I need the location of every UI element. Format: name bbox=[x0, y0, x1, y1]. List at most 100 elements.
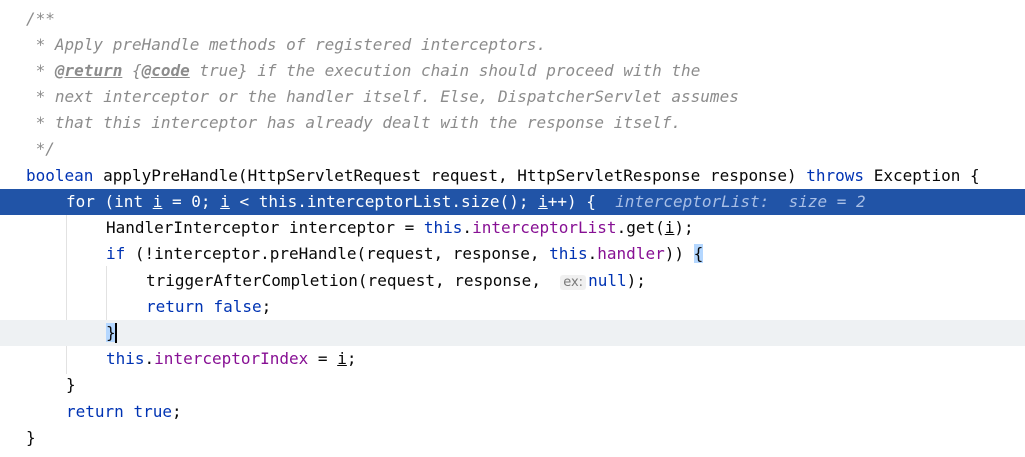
code-line[interactable]: } bbox=[0, 372, 1025, 398]
code-token: if bbox=[106, 244, 126, 263]
code-token: return bbox=[146, 297, 204, 316]
code-token: i bbox=[152, 192, 163, 211]
parameter-hint: ex: bbox=[560, 275, 587, 290]
code-line[interactable]: return true; bbox=[0, 399, 1025, 425]
code-token: this bbox=[106, 349, 145, 368]
code-token: * Apply preHandle methods of registered … bbox=[26, 35, 547, 54]
inline-debug-value: interceptorList: size = 2 bbox=[615, 192, 866, 211]
code-token: ; bbox=[200, 192, 221, 211]
code-token: HandlerInterceptor interceptor = bbox=[106, 218, 424, 237]
code-token: i bbox=[538, 192, 548, 211]
code-token: . bbox=[587, 244, 598, 263]
code-token: handler bbox=[597, 244, 665, 263]
text-caret bbox=[115, 323, 117, 343]
code-token: */ bbox=[26, 139, 55, 158]
code-token: ; bbox=[171, 402, 182, 421]
code-token: throws bbox=[806, 166, 865, 185]
code-token: ); bbox=[674, 218, 694, 237]
code-token: ); bbox=[626, 271, 646, 290]
line-content: * next interceptor or the handler itself… bbox=[26, 84, 739, 110]
code-token: applyPreHandle(HttpServletRequest reques… bbox=[93, 166, 807, 185]
line-content: * Apply preHandle methods of registered … bbox=[26, 32, 547, 58]
code-line[interactable]: * Apply preHandle methods of registered … bbox=[0, 32, 1025, 58]
code-token: int bbox=[114, 192, 144, 211]
code-token: * that this interceptor has already deal… bbox=[26, 113, 682, 132]
code-token: . bbox=[462, 218, 473, 237]
code-token: interceptorList bbox=[306, 192, 452, 211]
code-token: true} if the execution chain should proc… bbox=[189, 61, 701, 80]
code-token: false bbox=[213, 297, 262, 316]
code-line[interactable]: } bbox=[0, 425, 1025, 451]
code-token: Exception { bbox=[864, 166, 980, 185]
code-token: i bbox=[220, 192, 230, 211]
code-line[interactable]: * next interceptor or the handler itself… bbox=[0, 84, 1025, 110]
code-token: < bbox=[229, 192, 259, 211]
code-line[interactable]: */ bbox=[0, 136, 1025, 162]
line-content: * @return {@code true} if the execution … bbox=[26, 58, 701, 84]
code-token: this bbox=[258, 192, 298, 211]
code-line[interactable]: this.interceptorIndex = i; bbox=[0, 346, 1025, 372]
line-content: triggerAfterCompletion(request, response… bbox=[146, 268, 646, 296]
code-token: for bbox=[66, 192, 95, 211]
code-token: ; bbox=[261, 297, 272, 316]
line-content: } bbox=[26, 425, 36, 451]
code-token: )) bbox=[664, 244, 694, 263]
code-token: @return bbox=[54, 61, 123, 80]
code-token: /** bbox=[26, 9, 55, 28]
code-token: (!interceptor.preHandle(request, respons… bbox=[125, 244, 550, 263]
code-token: { bbox=[122, 61, 142, 80]
code-token: i bbox=[664, 218, 675, 237]
code-line[interactable]: /** bbox=[0, 6, 1025, 32]
code-line[interactable]: return false; bbox=[0, 294, 1025, 320]
code-token: ++) { bbox=[547, 192, 616, 211]
line-content: for (int i = 0; i < this.interceptorList… bbox=[66, 189, 866, 215]
code-token: return bbox=[66, 402, 124, 421]
code-token: . bbox=[297, 192, 307, 211]
code-line[interactable]: triggerAfterCompletion(request, response… bbox=[0, 268, 1025, 294]
code-token: . bbox=[144, 349, 155, 368]
line-content: if (!interceptor.preHandle(request, resp… bbox=[106, 241, 704, 267]
code-token: this bbox=[549, 244, 588, 263]
code-token: @code bbox=[141, 61, 190, 80]
code-token: interceptorIndex bbox=[154, 349, 309, 368]
code-editor[interactable]: /** * Apply preHandle methods of registe… bbox=[0, 0, 1025, 457]
code-line[interactable]: if (!interceptor.preHandle(request, resp… bbox=[0, 241, 1025, 267]
code-token: } bbox=[66, 375, 76, 394]
execution-point-line[interactable]: for (int i = 0; i < this.interceptorList… bbox=[0, 189, 1025, 215]
code-token: true bbox=[133, 402, 172, 421]
line-content: } bbox=[66, 372, 76, 398]
code-line[interactable]: * @return {@code true} if the execution … bbox=[0, 58, 1025, 84]
code-token: * bbox=[26, 61, 55, 80]
code-token: .size(); bbox=[451, 192, 539, 211]
code-token: 0 bbox=[191, 192, 201, 211]
code-line[interactable]: * that this interceptor has already deal… bbox=[0, 110, 1025, 136]
code-token: = bbox=[162, 192, 192, 211]
code-token: interceptorList bbox=[472, 218, 617, 237]
line-content: * that this interceptor has already deal… bbox=[26, 110, 681, 136]
line-content: this.interceptorIndex = i; bbox=[106, 346, 356, 372]
code-token: .get( bbox=[616, 218, 665, 237]
code-token: ( bbox=[94, 192, 115, 211]
line-content: return false; bbox=[146, 294, 271, 320]
code-token: boolean bbox=[26, 166, 94, 185]
matched-brace: { bbox=[693, 244, 704, 263]
code-token: ; bbox=[346, 349, 357, 368]
line-content: */ bbox=[26, 136, 55, 162]
code-line[interactable]: HandlerInterceptor interceptor = this.in… bbox=[0, 215, 1025, 241]
caret-line[interactable]: } bbox=[0, 320, 1025, 346]
line-content: boolean applyPreHandle(HttpServletReques… bbox=[26, 163, 980, 189]
code-token: * next interceptor or the handler itself… bbox=[26, 87, 739, 106]
code-token: triggerAfterCompletion(request, response… bbox=[146, 271, 561, 290]
line-content: /** bbox=[26, 6, 55, 32]
code-token: = bbox=[308, 349, 338, 368]
code-token: null bbox=[588, 271, 627, 290]
code-token: } bbox=[26, 428, 36, 447]
line-content: HandlerInterceptor interceptor = this.in… bbox=[106, 215, 694, 241]
code-line[interactable]: boolean applyPreHandle(HttpServletReques… bbox=[0, 163, 1025, 189]
code-token: this bbox=[423, 218, 463, 237]
code-token: i bbox=[337, 349, 347, 368]
line-content: return true; bbox=[66, 399, 182, 425]
